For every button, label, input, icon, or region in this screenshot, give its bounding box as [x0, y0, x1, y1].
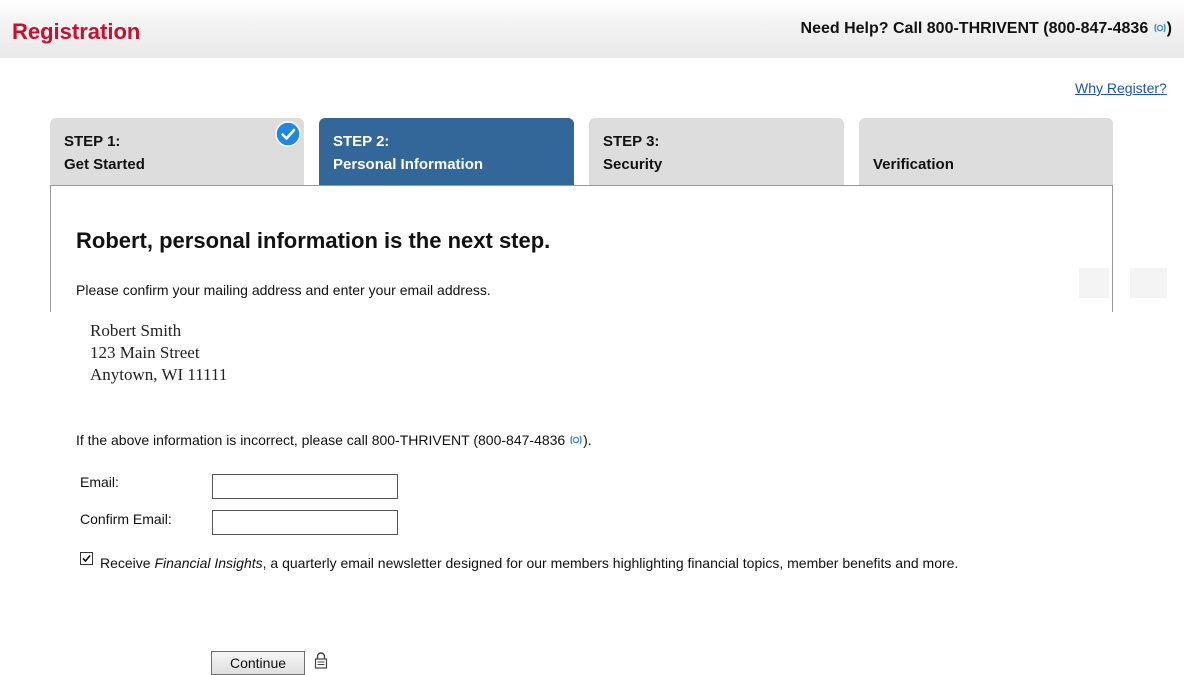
confirm-email-label: Confirm Email:: [80, 511, 172, 527]
mailing-address: Robert Smith 123 Main Street Anytown, WI…: [90, 320, 227, 386]
panel-border-left: [50, 185, 51, 312]
incorrect-info-note: If the above information is incorrect, p…: [76, 432, 592, 448]
why-register-link[interactable]: Why Register?: [1075, 80, 1167, 96]
newsletter-checkbox[interactable]: [80, 552, 93, 565]
step-1-number: STEP 1:: [64, 133, 121, 150]
faint-square: [1079, 268, 1109, 298]
confirm-email-field[interactable]: [212, 510, 398, 535]
step-4-number: [873, 130, 1099, 153]
continue-button[interactable]: Continue: [211, 651, 305, 675]
phone-icon: [1153, 23, 1166, 33]
step-3-number: STEP 3:: [603, 133, 660, 150]
incorrect-close: ).: [583, 432, 592, 448]
step-tab-get-started[interactable]: STEP 1: Get Started: [50, 118, 304, 185]
help-close: ): [1166, 20, 1172, 37]
panel-border-right: [1112, 185, 1113, 312]
help-phone-text: Need Help? Call 800-THRIVENT (800-847-48…: [801, 20, 1172, 38]
step-tab-personal-information[interactable]: STEP 2: Personal Information: [319, 118, 574, 185]
checkmark-icon: [82, 554, 91, 563]
step-tab-security[interactable]: STEP 3: Security: [589, 118, 844, 185]
step-2-number: STEP 2:: [333, 133, 390, 150]
check-circle-icon: [275, 121, 301, 147]
address-city: Anytown, WI 11111: [90, 365, 228, 384]
newsletter-description: , a quarterly email newsletter designed …: [262, 555, 959, 571]
phone-icon: [570, 435, 582, 445]
incorrect-text: If the above information is incorrect, p…: [76, 432, 566, 448]
email-field[interactable]: [212, 474, 398, 499]
address-street: 123 Main Street: [90, 343, 200, 362]
section-heading: Robert, personal information is the next…: [76, 228, 551, 253]
step-2-label: Personal Information: [333, 156, 484, 173]
step-3-label: Security: [603, 156, 663, 173]
address-name: Robert Smith: [90, 321, 182, 340]
step-1-label: Get Started: [64, 156, 145, 173]
page-title: Registration: [12, 19, 141, 44]
help-text: Need Help? Call 800-THRIVENT (800-847-48…: [800, 20, 1149, 37]
email-label: Email:: [80, 474, 119, 490]
panel-border-top: [50, 185, 1113, 186]
instructions-text: Please confirm your mailing address and …: [76, 282, 491, 298]
newsletter-prefix: Receive: [100, 555, 155, 571]
header-bar: Registration Need Help? Call 800-THRIVEN…: [0, 0, 1184, 58]
step-tab-verification[interactable]: Verification: [859, 118, 1113, 185]
newsletter-option: Receive Financial Insights, a quarterly …: [80, 551, 980, 575]
faint-square: [1130, 268, 1167, 298]
lock-icon: [314, 652, 328, 669]
step-4-label: Verification: [873, 156, 954, 173]
newsletter-title: Financial Insights: [154, 555, 263, 571]
